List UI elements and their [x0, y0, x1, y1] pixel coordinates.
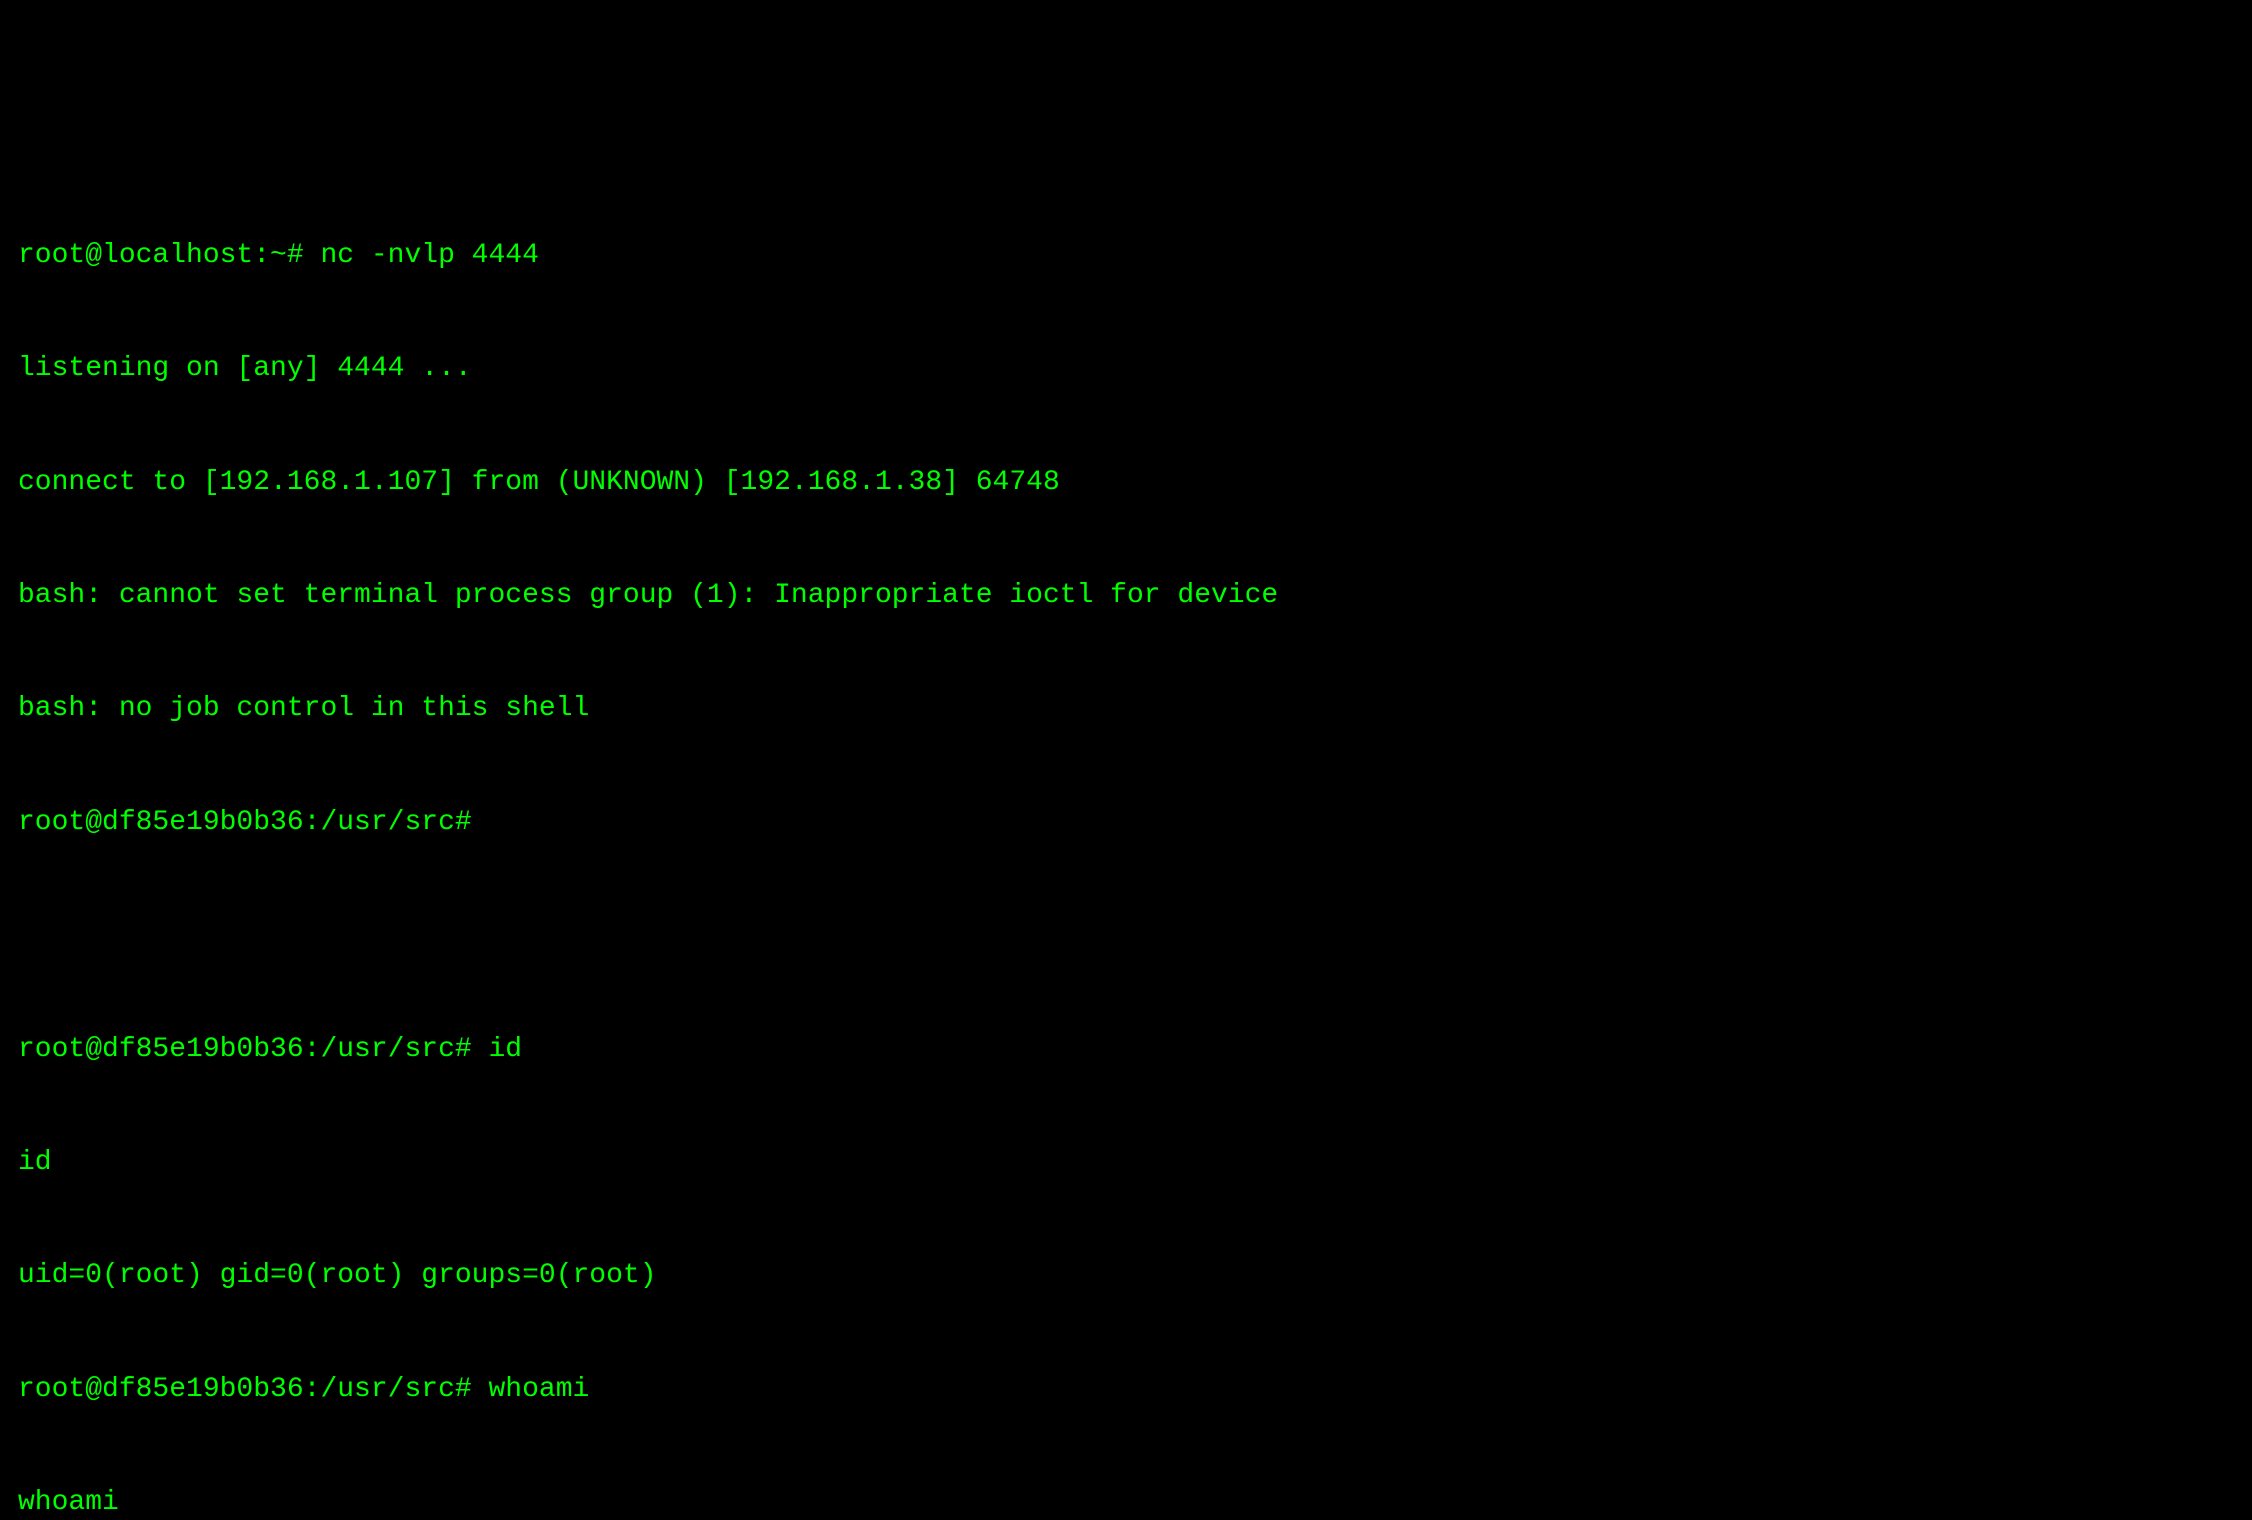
terminal-window[interactable]: root@localhost:~# nc -nvlp 4444 listenin…	[18, 161, 2234, 1520]
terminal-line: whoami	[18, 1484, 2234, 1520]
terminal-blank-line	[18, 917, 2234, 955]
terminal-line: root@df85e19b0b36:/usr/src# id	[18, 1031, 2234, 1069]
terminal-line: uid=0(root) gid=0(root) groups=0(root)	[18, 1257, 2234, 1295]
terminal-line: root@df85e19b0b36:/usr/src#	[18, 804, 2234, 842]
terminal-line: bash: cannot set terminal process group …	[18, 577, 2234, 615]
terminal-line: root@localhost:~# nc -nvlp 4444	[18, 237, 2234, 275]
terminal-line: bash: no job control in this shell	[18, 690, 2234, 728]
terminal-line: listening on [any] 4444 ...	[18, 350, 2234, 388]
terminal-line: connect to [192.168.1.107] from (UNKNOWN…	[18, 464, 2234, 502]
terminal-line: id	[18, 1144, 2234, 1182]
terminal-line: root@df85e19b0b36:/usr/src# whoami	[18, 1371, 2234, 1409]
